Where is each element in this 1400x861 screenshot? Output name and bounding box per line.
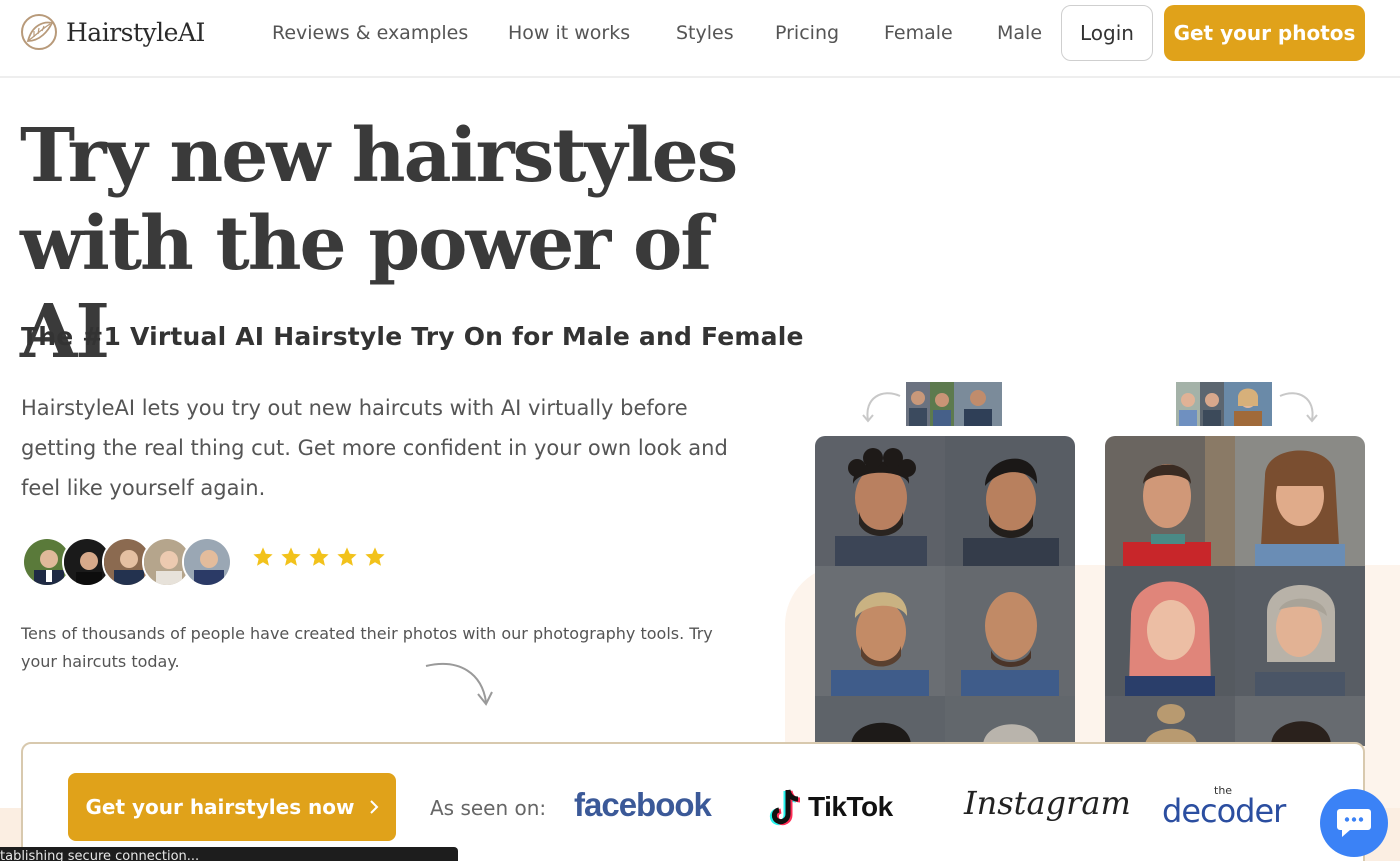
thumbnail xyxy=(1224,382,1272,426)
instagram-logo: Instagram xyxy=(964,784,1131,822)
avatar xyxy=(182,537,232,587)
hero-title-line1: Try new hairstyles xyxy=(20,113,738,199)
chat-button[interactable] xyxy=(1320,789,1388,857)
hero-description: HairstyleAI lets you try out new haircut… xyxy=(21,396,728,500)
tiktok-wordmark: TikTok xyxy=(808,791,893,822)
nav-link-styles[interactable]: Styles xyxy=(676,22,734,44)
loop-arrow-icon xyxy=(862,392,901,423)
brand-logo[interactable]: HairstyleAI xyxy=(20,13,205,51)
hairstyle-photo xyxy=(1235,436,1365,566)
hairstyle-photo xyxy=(1105,696,1235,746)
chevron-right-icon xyxy=(369,800,378,814)
thumbnail xyxy=(906,382,930,426)
nav-link-male[interactable]: Male xyxy=(997,22,1042,44)
brand-name: HairstyleAI xyxy=(66,17,205,47)
male-input-thumbnails xyxy=(906,382,1002,426)
rating-stars xyxy=(252,546,386,568)
star-icon xyxy=(281,547,301,566)
thumbnail xyxy=(930,382,954,426)
hairstyle-photo xyxy=(815,436,945,566)
male-hairstyle-grid xyxy=(815,436,1075,746)
hairstyle-photo xyxy=(815,696,945,746)
facebook-logo: facebook xyxy=(574,786,712,823)
thumbnail xyxy=(954,382,1002,426)
chat-bubble-icon xyxy=(1337,809,1371,837)
curved-arrow-icon xyxy=(425,662,493,706)
nav-link-pricing[interactable]: Pricing xyxy=(775,22,839,44)
hairstyle-photo xyxy=(945,566,1075,696)
hairstyle-photo xyxy=(815,566,945,696)
login-button[interactable]: Login xyxy=(1061,5,1153,61)
get-hairstyles-label: Get your hairstyles now xyxy=(85,795,355,819)
star-icon xyxy=(253,547,273,566)
female-hairstyle-grid xyxy=(1105,436,1365,746)
top-nav: HairstyleAI Reviews & examples How it wo… xyxy=(0,0,1400,78)
as-seen-on-label: As seen on: xyxy=(430,796,547,820)
customer-avatars xyxy=(22,537,232,587)
female-input-thumbnails xyxy=(1176,382,1272,426)
get-hairstyles-button[interactable]: Get your hairstyles now xyxy=(68,773,396,841)
loop-arrow-icon xyxy=(1279,392,1318,423)
get-photos-button[interactable]: Get your photos xyxy=(1164,5,1365,61)
hairstyle-photo xyxy=(1235,696,1365,746)
hairstyle-photo xyxy=(945,436,1075,566)
star-icon xyxy=(365,547,385,566)
nav-link-reviews[interactable]: Reviews & examples xyxy=(272,22,468,44)
social-proof-text: Tens of thousands of people have created… xyxy=(21,624,713,671)
star-icon xyxy=(309,547,329,566)
thumbnail xyxy=(1176,382,1200,426)
decoder-wordmark: decoder xyxy=(1162,792,1286,830)
hero-subtitle: The #1 Virtual AI Hairstyle Try On for M… xyxy=(21,322,804,351)
browser-status-bar: tablishing secure connection... xyxy=(0,847,458,861)
tiktok-logo: TikTok xyxy=(768,788,893,826)
nav-link-how-it-works[interactable]: How it works xyxy=(508,22,630,44)
leaf-logo-icon xyxy=(21,14,57,50)
hairstyle-photo xyxy=(1105,436,1235,566)
hairstyle-photo xyxy=(945,696,1075,746)
star-icon xyxy=(337,547,357,566)
nav-link-female[interactable]: Female xyxy=(884,22,953,44)
tiktok-icon xyxy=(769,789,801,826)
hairstyle-photo xyxy=(1105,566,1235,696)
thumbnail xyxy=(1200,382,1224,426)
hairstyle-photo xyxy=(1235,566,1365,696)
